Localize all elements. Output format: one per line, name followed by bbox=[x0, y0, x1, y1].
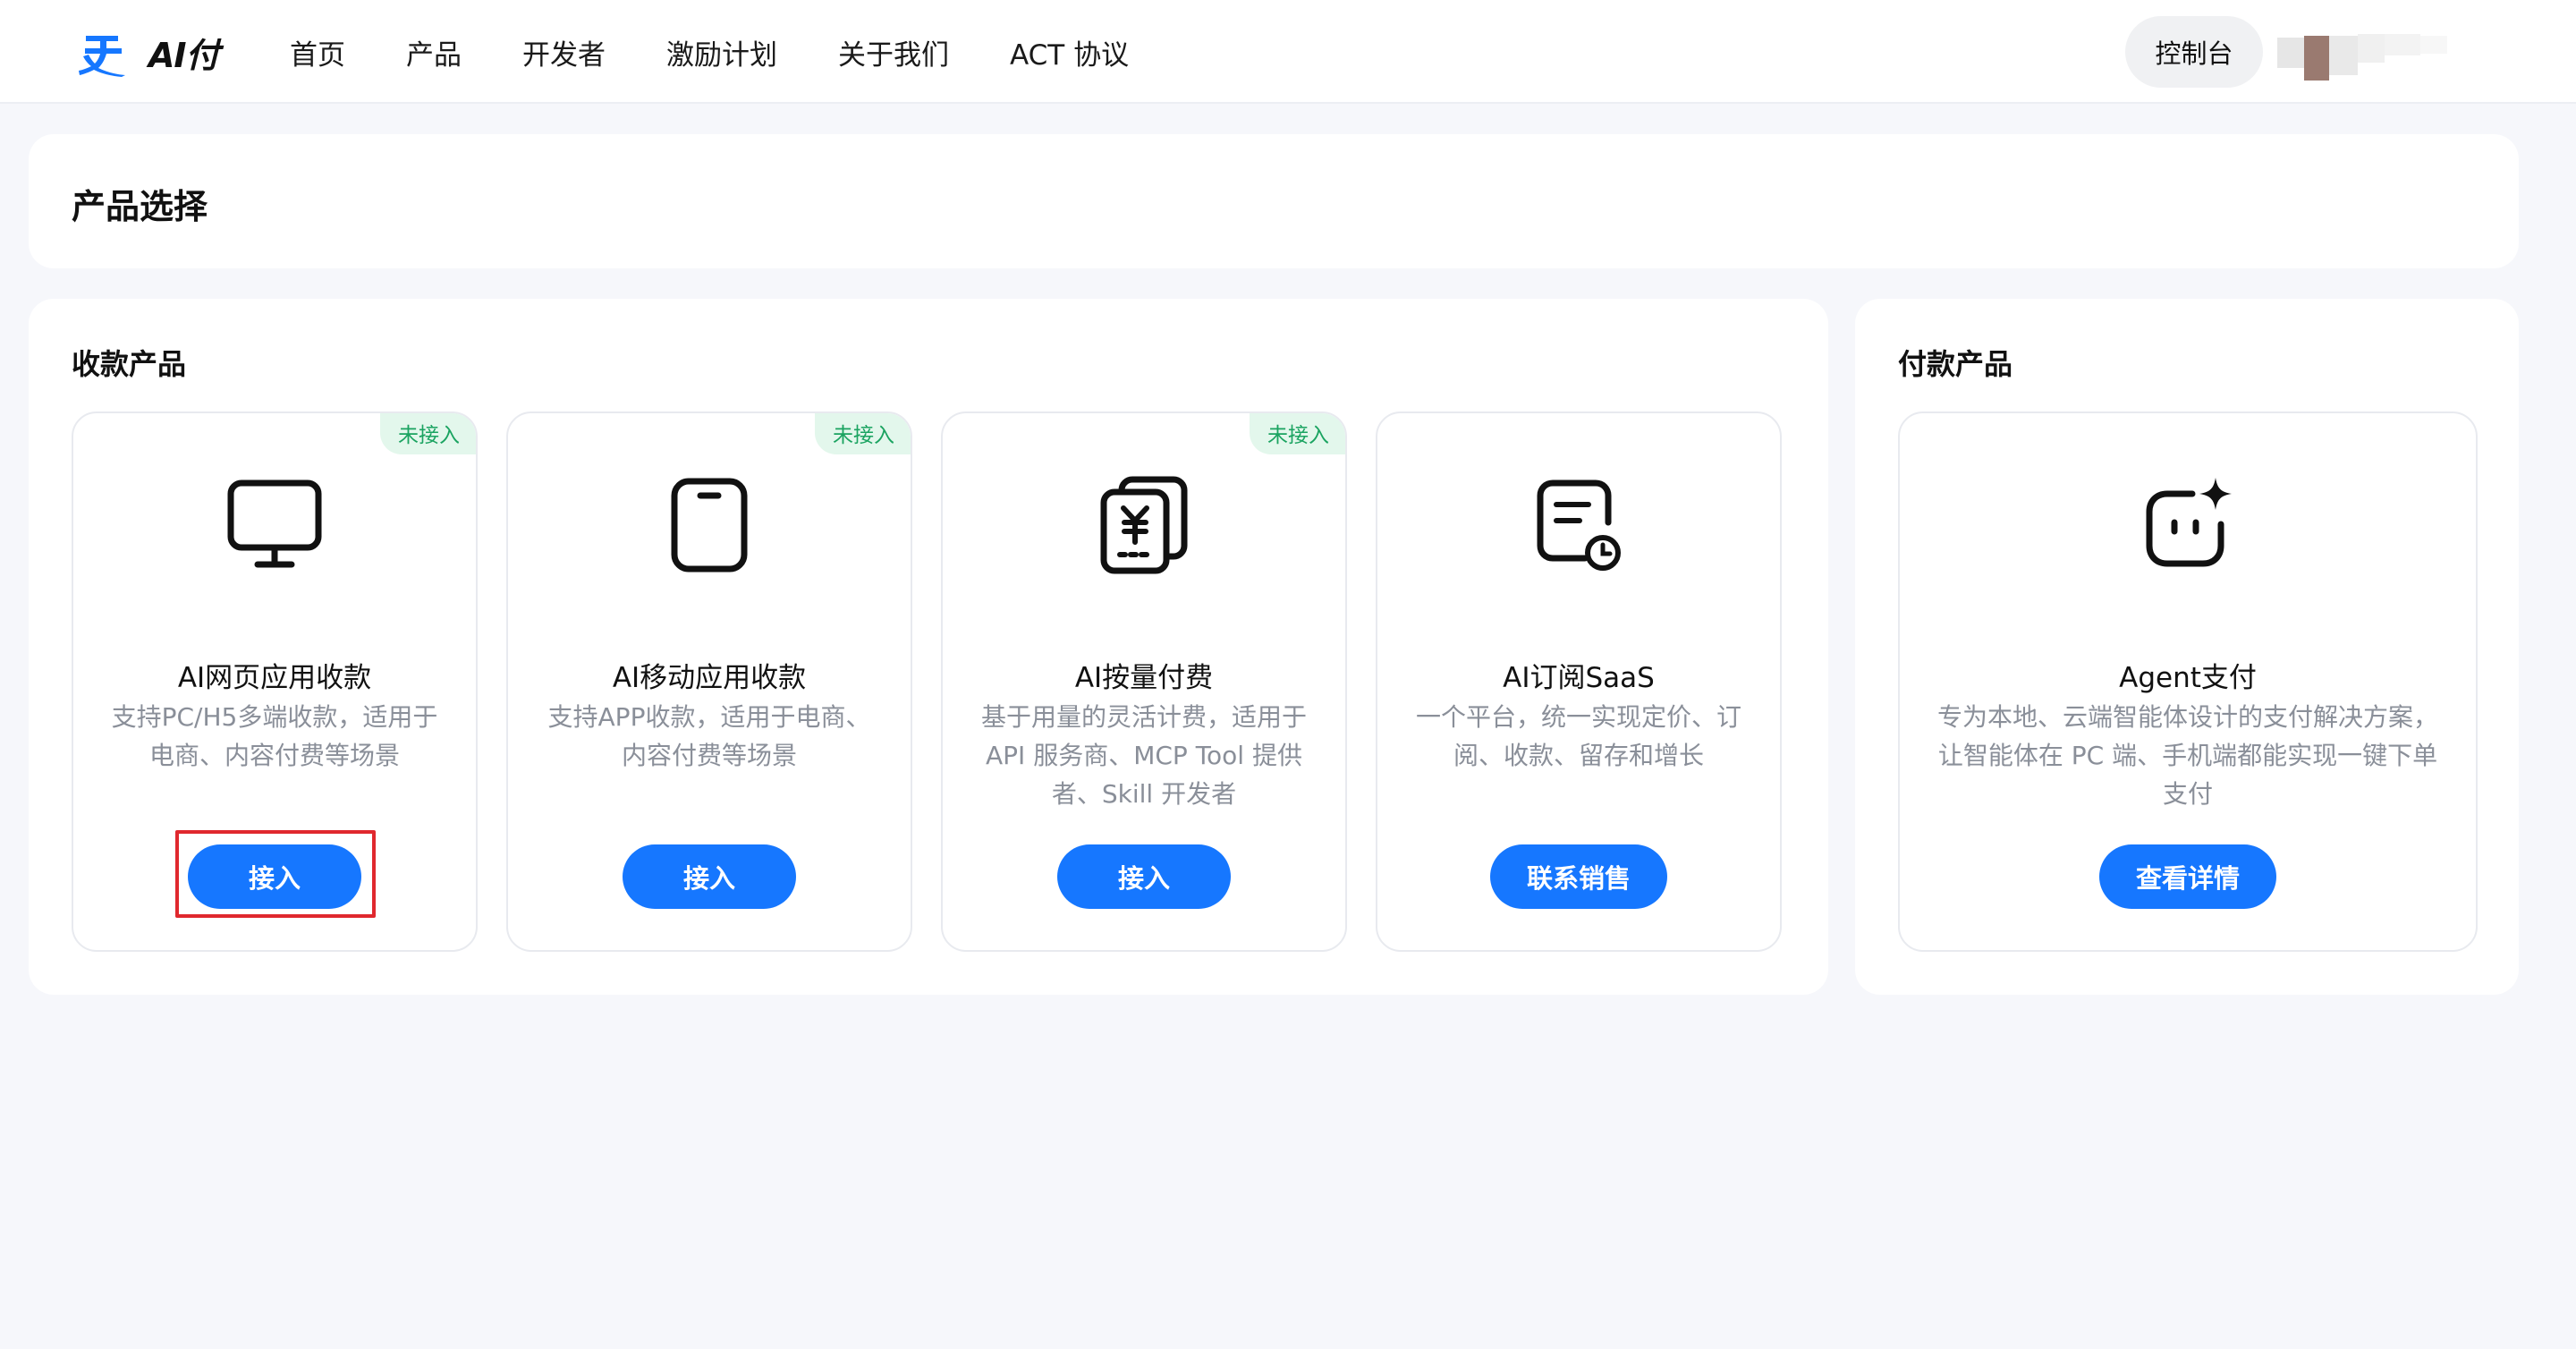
section-title-pay: 付款产品 bbox=[1898, 347, 2013, 381]
product-description: 支持PC/H5多端收款，适用于电商、内容付费等场景 bbox=[111, 702, 438, 770]
product-card-agent-pay: Agent支付 专为本地、云端智能体设计的支付解决方案，让智能体在 PC 端、手… bbox=[1898, 411, 2478, 952]
view-details-button[interactable]: 查看详情 bbox=[2099, 844, 2276, 909]
nav-item-about[interactable]: 关于我们 bbox=[838, 32, 949, 72]
main-nav: 首页 产品 开发者 激励计划 关于我们 ACT 协议 bbox=[290, 0, 1190, 104]
product-description: 支持APP收款，适用于电商、内容付费等场景 bbox=[547, 702, 871, 770]
user-avatar-blurred[interactable] bbox=[2277, 30, 2456, 86]
contact-sales-button[interactable]: 联系销售 bbox=[1490, 844, 1667, 909]
brand-logo[interactable]: AI付 bbox=[79, 27, 220, 77]
collect-products-section: 收款产品 未接入 AI网页应用收款 支持PC/H5多端收款，适用于电商、内容付费… bbox=[29, 299, 1828, 995]
product-name: AI按量付费 bbox=[1074, 662, 1214, 694]
nav-item-act-protocol[interactable]: ACT 协议 bbox=[1010, 32, 1129, 72]
nav-item-home[interactable]: 首页 bbox=[290, 32, 345, 72]
logo-text: AI付 bbox=[148, 35, 220, 75]
product-description: 专为本地、云端智能体设计的支付解决方案，让智能体在 PC 端、手机端都能实现一键… bbox=[1936, 702, 2438, 809]
page-title-card: 产品选择 bbox=[29, 134, 2519, 268]
console-button[interactable]: 控制台 bbox=[2125, 16, 2263, 88]
nav-item-products[interactable]: 产品 bbox=[406, 32, 462, 72]
product-name: Agent支付 bbox=[2119, 662, 2257, 694]
subscription-clock-icon bbox=[1537, 479, 1621, 571]
product-name: AI网页应用收款 bbox=[177, 662, 372, 694]
product-name: AI移动应用收款 bbox=[612, 662, 807, 694]
nav-item-incentive[interactable]: 激励计划 bbox=[666, 32, 777, 72]
mobile-icon bbox=[671, 478, 748, 573]
agent-sparkle-icon bbox=[2146, 478, 2232, 567]
alipay-logo-icon bbox=[79, 36, 125, 77]
section-title-collect: 收款产品 bbox=[72, 347, 187, 381]
product-description: 一个平台，统一实现定价、订阅、收款、留存和增长 bbox=[1415, 702, 1741, 770]
product-name: AI订阅SaaS bbox=[1503, 662, 1655, 694]
status-badge: 未接入 bbox=[815, 413, 911, 454]
status-badge: 未接入 bbox=[1250, 413, 1345, 454]
monitor-icon bbox=[227, 479, 322, 568]
product-card-app-collect: 未接入 AI移动应用收款 支持APP收款，适用于电商、内容付费等场景 接入 bbox=[506, 411, 912, 952]
pay-products-section: 付款产品 Agent支付 专为本地、云端智能体设计的支付解决方案，让智能体在 P… bbox=[1855, 299, 2519, 995]
yuan-bill-icon bbox=[1100, 476, 1188, 574]
top-navbar: AI付 首页 产品 开发者 激励计划 关于我们 ACT 协议 控制台 bbox=[0, 0, 2576, 104]
connect-button[interactable]: 接入 bbox=[188, 844, 361, 909]
connect-button[interactable]: 接入 bbox=[623, 844, 796, 909]
product-card-usage-billing: 未接入 AI按量付费 基于用量的灵活计费，适用于API 服务商、MCP Tool… bbox=[941, 411, 1347, 952]
connect-button[interactable]: 接入 bbox=[1057, 844, 1231, 909]
nav-item-developers[interactable]: 开发者 bbox=[522, 32, 606, 72]
product-description: 基于用量的灵活计费，适用于API 服务商、MCP Tool 提供者、Skill … bbox=[980, 702, 1307, 809]
page-title: 产品选择 bbox=[72, 187, 208, 226]
status-badge: 未接入 bbox=[380, 413, 476, 454]
product-card-subscription-saas: AI订阅SaaS 一个平台，统一实现定价、订阅、收款、留存和增长 联系销售 bbox=[1376, 411, 1782, 952]
product-card-web-collect: 未接入 AI网页应用收款 支持PC/H5多端收款，适用于电商、内容付费等场景 接… bbox=[72, 411, 478, 952]
